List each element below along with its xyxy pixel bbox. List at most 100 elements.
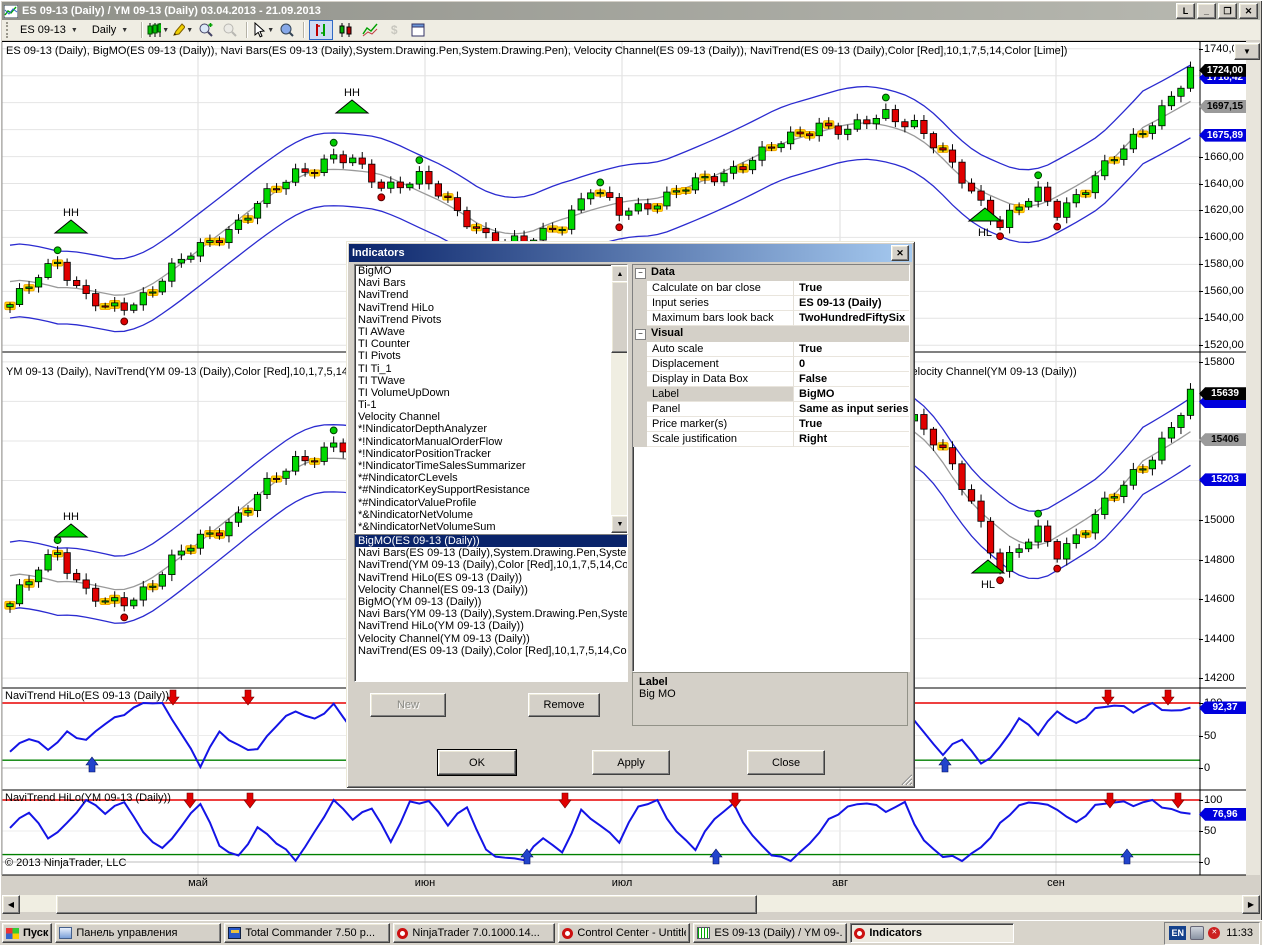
minimize-button[interactable]: _ <box>1197 3 1216 19</box>
configured-indicator-item[interactable]: Velocity Channel(ES 09-13 (Daily)) <box>355 584 627 596</box>
toolbar-grip[interactable] <box>6 22 11 38</box>
property-value[interactable]: True <box>794 417 909 432</box>
indicator-list-item[interactable]: NaviTrend Pivots <box>355 314 627 326</box>
collapse-icon[interactable]: − <box>635 268 646 279</box>
tray-device-icon[interactable] <box>1190 926 1204 940</box>
chart-style-bars-button[interactable] <box>309 20 333 40</box>
configured-indicator-item[interactable]: NaviTrend(ES 09-13 (Daily),Color [Red],1… <box>355 645 627 657</box>
property-name[interactable]: Auto scale <box>647 342 794 357</box>
property-name[interactable]: Calculate on bar close <box>647 281 794 296</box>
collapse-icon[interactable]: − <box>635 329 646 340</box>
indicator-list-item[interactable]: *&NindicatorNetVolume <box>355 509 627 521</box>
axis-tick-label: 1660,00 <box>1204 151 1244 163</box>
indicator-list-item[interactable]: *#NindicatorValueProfile <box>355 497 627 509</box>
property-value[interactable]: True <box>794 281 909 296</box>
indicator-list-item[interactable]: BigMO <box>355 265 627 277</box>
configured-indicators-list[interactable]: BigMO(ES 09-13 (Daily))Navi Bars(ES 09-1… <box>354 534 628 682</box>
language-indicator[interactable]: EN <box>1169 926 1186 940</box>
dialog-titlebar[interactable]: Indicators ✕ <box>349 244 912 262</box>
property-name[interactable]: Displacement <box>647 357 794 372</box>
horizontal-scrollbar[interactable]: ◀ ▶ <box>2 895 1260 912</box>
indicator-list-item[interactable]: TI Counter <box>355 338 627 350</box>
apply-button[interactable]: Apply <box>592 750 670 775</box>
remove-button[interactable]: Remove <box>528 693 600 717</box>
configured-indicator-item[interactable]: Navi Bars(YM 09-13 (Daily),System.Drawin… <box>355 608 627 620</box>
close-button[interactable]: ✕ <box>1239 3 1258 19</box>
scrollbar-thumb[interactable] <box>56 895 757 914</box>
scroll-left-button[interactable]: ◀ <box>2 895 20 914</box>
indicator-list-item[interactable]: Ti-1 <box>355 399 627 411</box>
property-name[interactable]: Display in Data Box <box>647 372 794 387</box>
indicator-list-item[interactable]: Navi Bars <box>355 277 627 289</box>
property-value[interactable]: Same as input series <box>794 402 909 417</box>
panel-layout-button[interactable] <box>407 21 429 39</box>
tray-security-icon[interactable] <box>1208 927 1220 939</box>
configured-indicator-item[interactable]: Velocity Channel(YM 09-13 (Daily)) <box>355 633 627 645</box>
data-box-button[interactable] <box>276 21 298 39</box>
indicator-list-item[interactable]: TI TWave <box>355 375 627 387</box>
indicator-list-item[interactable]: *&NindicatorNetVolumeSum <box>355 521 627 533</box>
property-value[interactable]: Right <box>794 432 909 447</box>
list-scrollbar[interactable]: ▲ ▼ <box>611 265 627 533</box>
close-button[interactable]: Close <box>747 750 825 775</box>
drawing-tools-button[interactable]: ▼ <box>171 21 193 39</box>
scroll-down-icon[interactable]: ▼ <box>611 515 628 533</box>
bar-type-button[interactable]: ▼ <box>147 21 169 39</box>
property-value[interactable]: ES 09-13 (Daily) <box>794 296 909 311</box>
taskbar-item[interactable]: NinjaTrader 7.0.1000.14... <box>393 923 555 943</box>
indicator-list-item[interactable]: *!NindicatorPositionTracker <box>355 448 627 460</box>
property-name[interactable]: Price marker(s) <box>647 417 794 432</box>
chart-style-candles-button[interactable] <box>335 21 357 39</box>
indicator-list-item[interactable]: *#NindicatorKeySupportResistance <box>355 484 627 496</box>
indicator-list-item[interactable]: Velocity Channel <box>355 411 627 423</box>
link-button[interactable]: L <box>1176 3 1195 19</box>
property-name[interactable]: Label <box>647 387 794 402</box>
configured-indicator-item[interactable]: NaviTrend HiLo(ES 09-13 (Daily)) <box>355 572 627 584</box>
indicator-list-item[interactable]: TI AWave <box>355 326 627 338</box>
taskbar-item[interactable]: ES 09-13 (Daily) / YM 09-... <box>693 923 847 943</box>
property-name[interactable]: Input series <box>647 296 794 311</box>
indicator-list-item[interactable]: *!NindicatorDepthAnalyzer <box>355 423 627 435</box>
property-value[interactable]: 0 <box>794 357 909 372</box>
property-name[interactable]: Scale justification <box>647 432 794 447</box>
indicator-list-item[interactable]: *!NindicatorTimeSalesSummarizer <box>355 460 627 472</box>
indicator-list-item[interactable]: NaviTrend <box>355 289 627 301</box>
start-button[interactable]: Пуск <box>2 923 52 943</box>
right-scroll-strip[interactable] <box>1246 42 1260 875</box>
scrollbar-thumb[interactable] <box>611 281 628 353</box>
cursor-tool-button[interactable]: ▼ <box>252 21 274 39</box>
instrument-selector[interactable]: ES 09-13 ▼ <box>15 21 83 40</box>
configured-indicator-item[interactable]: NaviTrend HiLo(YM 09-13 (Daily)) <box>355 620 627 632</box>
indicator-list-item[interactable]: *#NindicatorCLevels <box>355 472 627 484</box>
period-selector[interactable]: Daily ▼ <box>87 21 133 40</box>
resize-grip[interactable] <box>899 772 912 785</box>
taskbar-item[interactable]: Панель управления <box>55 923 221 943</box>
price-axis[interactable] <box>1200 42 1246 875</box>
available-indicators-list[interactable]: ▲ ▼ BigMONavi BarsNaviTrendNaviTrend HiL… <box>354 264 628 534</box>
configured-indicator-item[interactable]: Navi Bars(ES 09-13 (Daily),System.Drawin… <box>355 547 627 559</box>
ok-button[interactable]: OK <box>438 750 516 775</box>
scroll-right-button[interactable]: ▶ <box>1242 895 1260 914</box>
axis-scroll-down-button[interactable]: ▼ <box>1234 43 1260 60</box>
indicator-list-item[interactable]: NaviTrend HiLo <box>355 302 627 314</box>
zoom-in-button[interactable] <box>195 21 217 39</box>
indicator-list-item[interactable]: TI Pivots <box>355 350 627 362</box>
configured-indicator-item[interactable]: BigMO(ES 09-13 (Daily)) <box>355 535 627 547</box>
configured-indicator-item[interactable]: BigMO(YM 09-13 (Daily)) <box>355 596 627 608</box>
property-value[interactable]: BigMO <box>794 387 909 402</box>
indicator-list-item[interactable]: *!NindicatorManualOrderFlow <box>355 436 627 448</box>
taskbar-item[interactable]: Indicators <box>850 923 1014 943</box>
dialog-close-button[interactable]: ✕ <box>891 245 909 261</box>
taskbar-item[interactable]: Total Commander 7.50 p... <box>224 923 390 943</box>
configured-indicator-item[interactable]: NaviTrend(YM 09-13 (Daily),Color [Red],1… <box>355 559 627 571</box>
property-value[interactable]: False <box>794 372 909 387</box>
chart-style-line-button[interactable] <box>359 21 381 39</box>
property-name[interactable]: Panel <box>647 402 794 417</box>
restore-button[interactable]: ❐ <box>1218 3 1237 19</box>
indicator-list-item[interactable]: TI Ti_1 <box>355 363 627 375</box>
taskbar-item[interactable]: Control Center - Untitled1 <box>558 923 690 943</box>
property-value[interactable]: TwoHundredFiftySix <box>794 311 909 326</box>
indicator-list-item[interactable]: TI VolumeUpDown <box>355 387 627 399</box>
property-value[interactable]: True <box>794 342 909 357</box>
property-name[interactable]: Maximum bars look back <box>647 311 794 326</box>
